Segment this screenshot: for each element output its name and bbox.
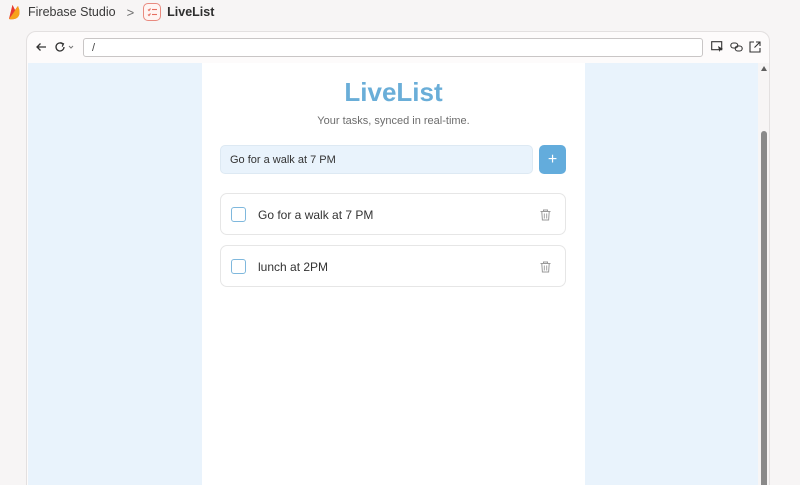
breadcrumb: Firebase Studio > LiveList (0, 0, 800, 24)
link-icon[interactable] (729, 40, 743, 54)
app-name-breadcrumb[interactable]: LiveList (167, 5, 214, 19)
app-viewport: LiveList Your tasks, synced in real-time… (28, 63, 758, 485)
breadcrumb-separator: > (126, 4, 135, 20)
plus-icon: + (547, 150, 558, 168)
task-list: Go for a walk at 7 PM lunch at 2PM (220, 193, 566, 297)
new-task-input[interactable] (220, 145, 533, 174)
task-text: lunch at 2PM (258, 260, 329, 274)
task-text: Go for a walk at 7 PM (258, 208, 374, 222)
scroll-up-arrow-icon[interactable] (761, 66, 767, 71)
select-element-icon[interactable] (710, 40, 724, 54)
page-subtitle: Your tasks, synced in real-time. (317, 115, 470, 127)
arrow-left-icon[interactable] (34, 40, 48, 54)
task-item: Go for a walk at 7 PM (220, 193, 566, 235)
todo-card: LiveList Your tasks, synced in real-time… (202, 63, 585, 485)
reload-icon[interactable] (54, 40, 78, 54)
firebase-flame-icon (8, 4, 22, 20)
scrollbar-thumb[interactable] (761, 131, 767, 485)
page-title: LiveList (344, 77, 443, 107)
task-item: lunch at 2PM (220, 245, 566, 287)
browser-preview: / LiveList Your tasks, synced in real-ti… (26, 31, 770, 485)
address-bar[interactable]: / (83, 38, 703, 57)
open-external-icon[interactable] (748, 40, 762, 54)
browser-toolbar: / (27, 32, 769, 62)
task-checkbox[interactable] (231, 207, 246, 222)
add-task-button[interactable]: + (539, 145, 566, 174)
studio-breadcrumb-link[interactable]: Firebase Studio (28, 5, 116, 19)
checklist-icon (143, 3, 162, 21)
trash-icon[interactable] (538, 207, 552, 222)
task-checkbox[interactable] (231, 259, 246, 274)
scrollbar[interactable] (758, 63, 769, 485)
trash-icon[interactable] (538, 259, 552, 274)
